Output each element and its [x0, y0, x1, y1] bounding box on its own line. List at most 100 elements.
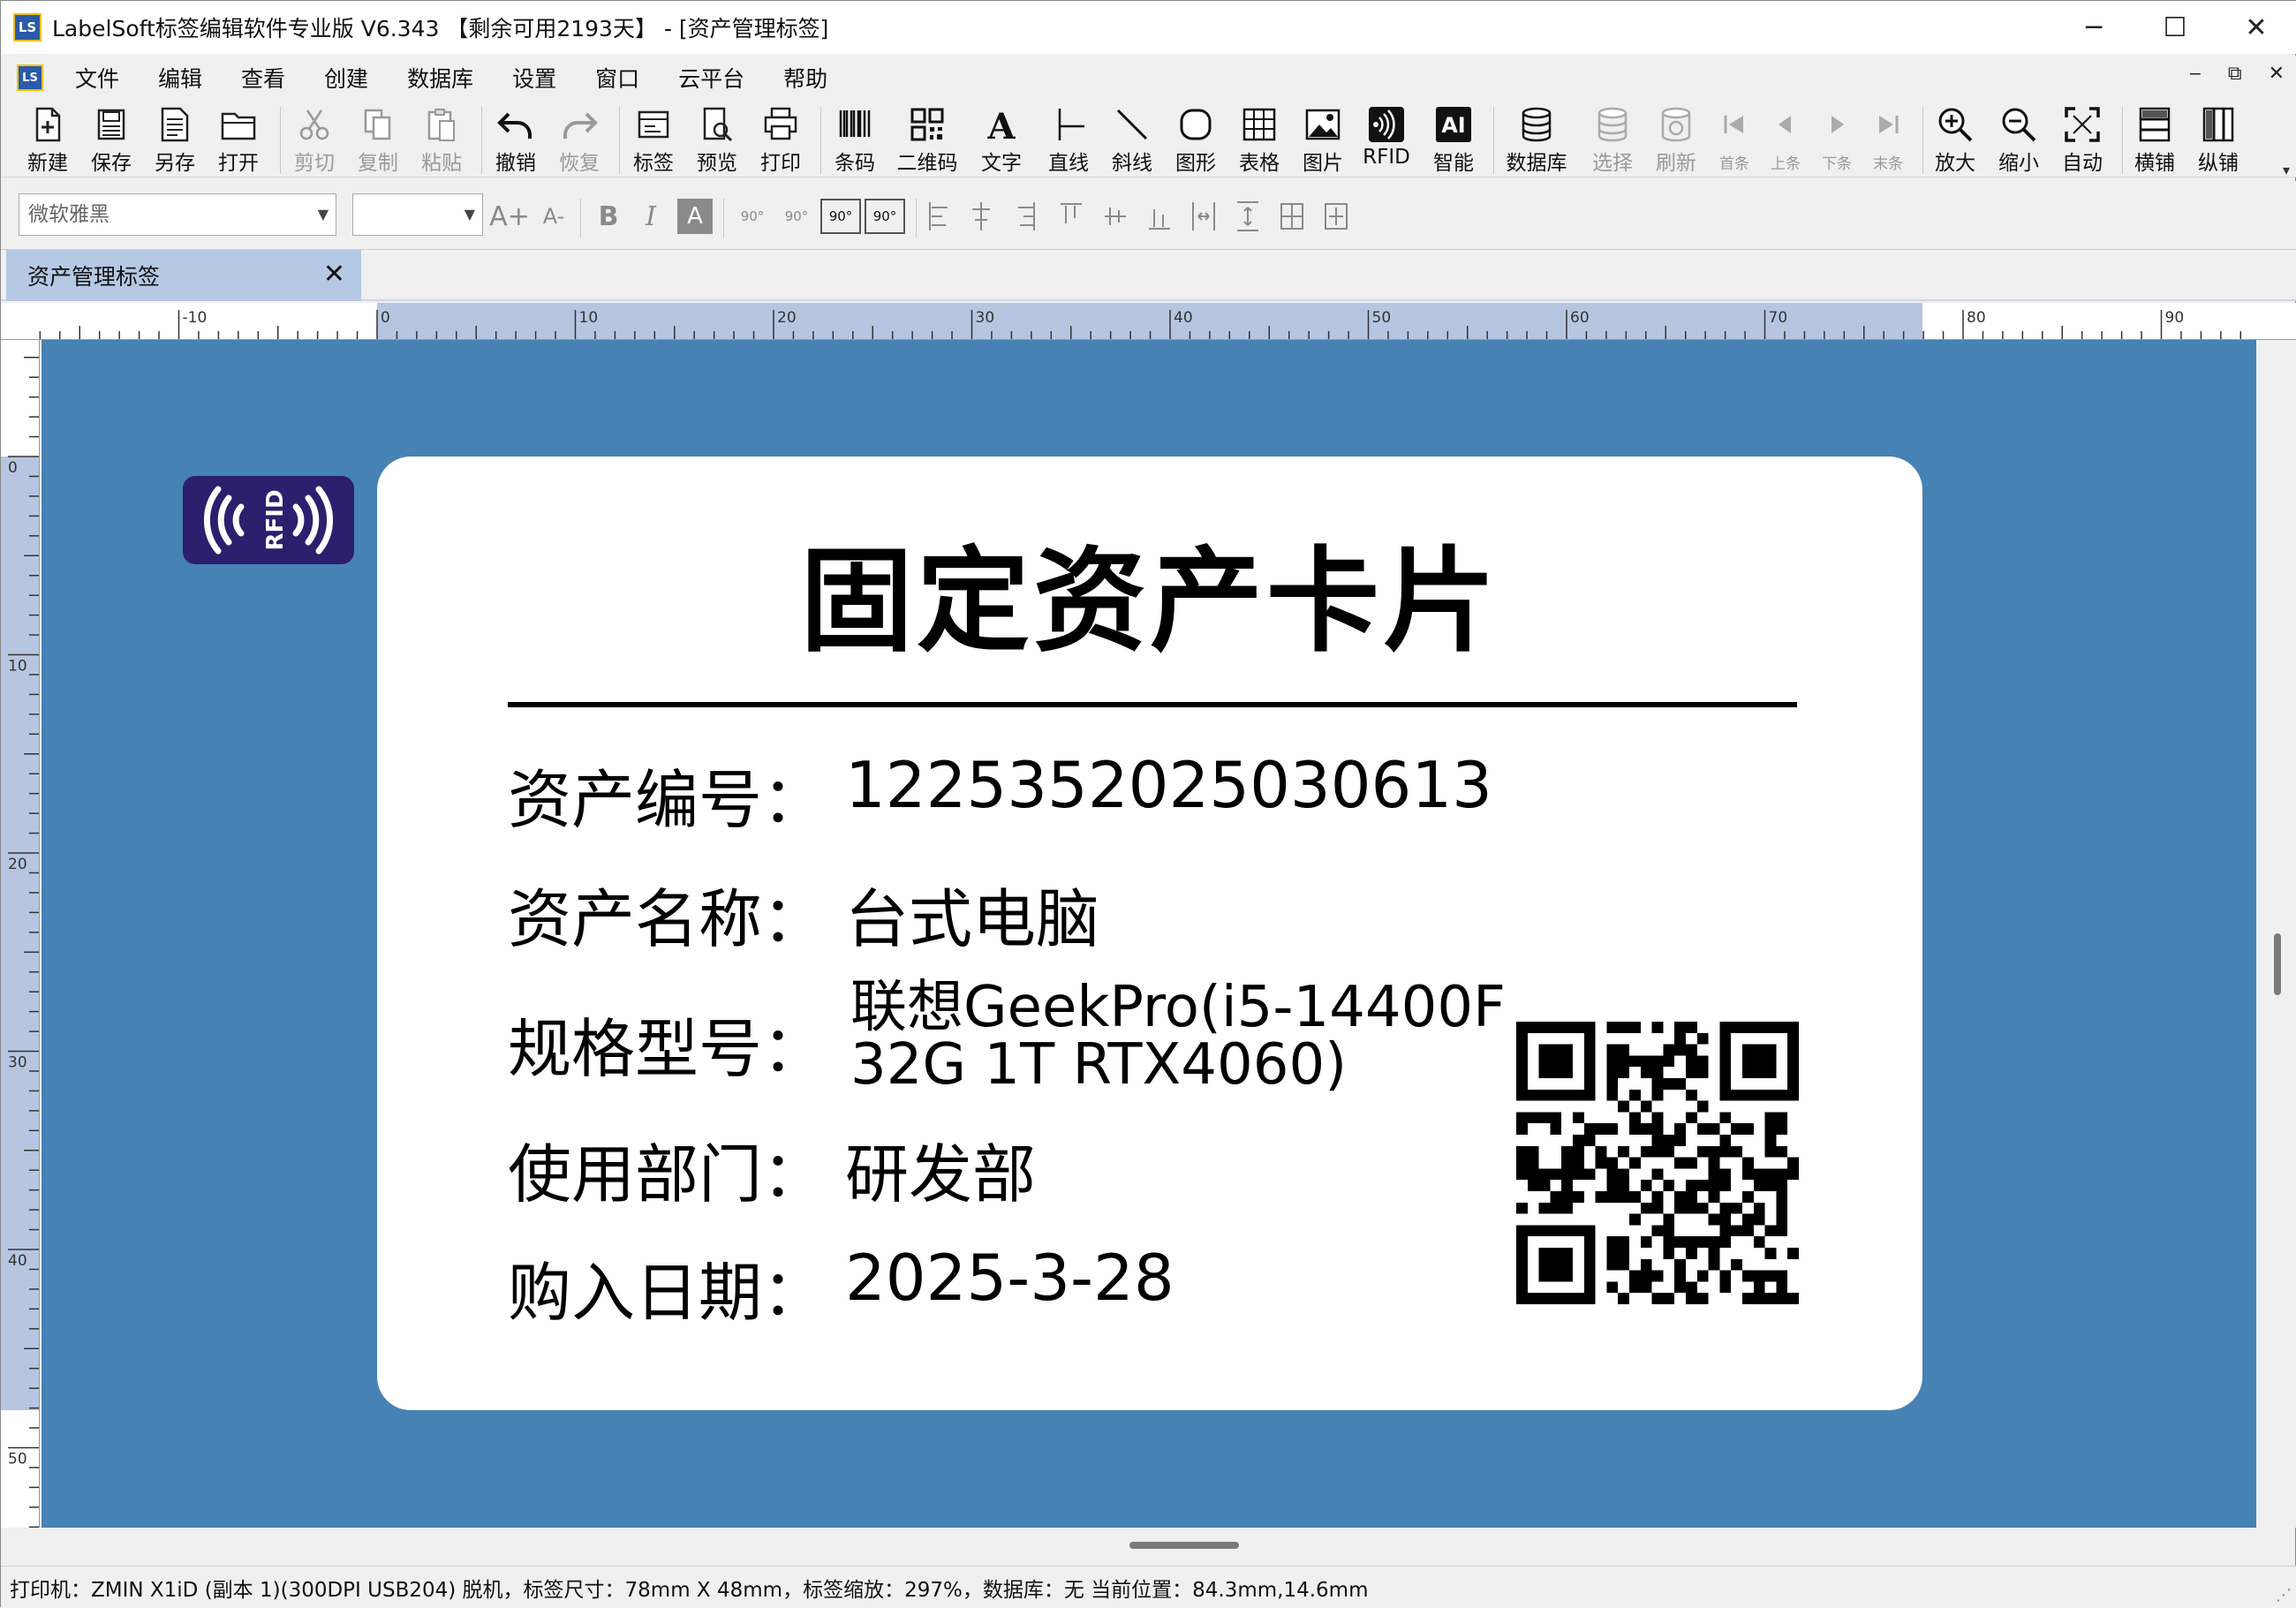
toolbar-overflow-icon[interactable]: ▾ [2283, 162, 2290, 178]
label-card[interactable]: 固定资产卡片 资产编号： 1225352025030613 资产名称： 台式电脑… [377, 457, 1922, 1410]
asset-model-value-line2[interactable]: 32G 1T RTX4060) [850, 1032, 1347, 1098]
inverse-text-button[interactable]: A [677, 199, 713, 234]
align-middle-icon[interactable] [1105, 208, 1126, 225]
save-button[interactable]: 保存 [80, 102, 142, 176]
font-grow-button[interactable]: A+ [489, 199, 530, 234]
center-vertical-icon[interactable] [1325, 203, 1348, 230]
menu-file[interactable]: 文件 [56, 62, 139, 94]
purchase-date-value[interactable]: 2025-3-28 [845, 1241, 1174, 1315]
database-button[interactable]: 数据库 [1506, 102, 1567, 176]
mdi-minimize-button[interactable]: ‒ [2189, 63, 2202, 85]
rotate-180-button[interactable]: 90° [820, 199, 861, 234]
database-select-button[interactable]: 选择 [1582, 102, 1643, 176]
vertical-scrollbar[interactable] [2258, 340, 2296, 1528]
paste-button[interactable]: 粘贴 [411, 102, 472, 176]
distribute-horizontal-icon[interactable] [1192, 202, 1215, 230]
minimize-button[interactable]: ─ [2053, 1, 2134, 54]
menu-create[interactable]: 创建 [305, 62, 388, 94]
menu-cloud[interactable]: 云平台 [659, 62, 764, 94]
close-button[interactable]: ✕ [2216, 1, 2296, 54]
align-bottom-icon[interactable] [1149, 209, 1170, 230]
menu-window[interactable]: 窗口 [576, 62, 659, 94]
image-button[interactable]: 图片 [1292, 102, 1354, 176]
zoom-in-button[interactable]: 放大 [1924, 102, 1986, 176]
rfid-button[interactable]: RFID [1356, 102, 1417, 176]
department-value[interactable]: 研发部 [845, 1122, 1036, 1215]
menu-edit[interactable]: 编辑 [139, 62, 222, 94]
menu-database[interactable]: 数据库 [388, 62, 493, 94]
qrcode-button[interactable]: 二维码 [896, 102, 958, 176]
mdi-restore-button[interactable]: ⧉ [2228, 63, 2242, 85]
rfid-badge[interactable]: RFID [183, 476, 354, 564]
asset-name-value[interactable]: 台式电脑 [845, 867, 1099, 960]
tab-close-icon[interactable]: ✕ [323, 259, 345, 290]
last-record-button[interactable]: 末条 [1857, 102, 1919, 176]
font-name-select[interactable]: 微软雅黑 ▼ [19, 193, 336, 236]
undo-button[interactable]: 撤销 [485, 102, 547, 176]
label-setup-button[interactable]: 标签 [623, 102, 684, 176]
line-button[interactable]: 直线 [1038, 102, 1099, 176]
save-as-button[interactable]: 另存 [144, 102, 206, 176]
copy-button[interactable]: 复制 [347, 102, 409, 176]
preview-button[interactable]: 预览 [686, 102, 748, 176]
menu-help[interactable]: 帮助 [764, 62, 847, 94]
tile-vertical-button[interactable]: 纵铺 [2187, 102, 2249, 176]
distribute-vertical-icon[interactable] [1237, 201, 1258, 231]
asset-model-label[interactable]: 规格型号： [508, 997, 826, 1090]
align-top-icon[interactable] [1061, 203, 1082, 223]
asset-id-label[interactable]: 资产编号： [508, 748, 826, 841]
text-button[interactable]: A 文字 [971, 102, 1032, 176]
design-canvas[interactable]: RFID 固定资产卡片 资产编号： 1225352025030613 资产名称：… [42, 340, 2256, 1528]
table-button[interactable]: 表格 [1228, 102, 1290, 176]
asset-id-value[interactable]: 1225352025030613 [845, 748, 1492, 822]
italic-button[interactable]: I [633, 199, 668, 234]
barcode-button[interactable]: 条码 [824, 102, 886, 176]
align-right-icon[interactable] [1018, 202, 1035, 230]
rotate-270-button[interactable]: 90° [865, 199, 905, 234]
resize-grip-icon[interactable]: ⋰ [2276, 1586, 2292, 1604]
asset-name-label[interactable]: 资产名称： [508, 867, 826, 960]
vertical-scroll-thumb[interactable] [2274, 933, 2281, 995]
horizontal-scroll-thumb[interactable] [1129, 1542, 1239, 1549]
zoom-fit-button[interactable]: 自动 [2051, 102, 2113, 176]
font-size-select[interactable]: ▼ [352, 193, 483, 236]
database-refresh-button[interactable]: 刷新 [1645, 102, 1707, 176]
font-shrink-button[interactable]: A- [536, 199, 571, 234]
qr-module [1764, 1145, 1777, 1158]
shape-button[interactable]: 图形 [1165, 102, 1227, 176]
maximize-button[interactable]: ☐ [2134, 1, 2216, 54]
department-label[interactable]: 使用部门： [508, 1122, 826, 1215]
qr-code[interactable] [1516, 1022, 1799, 1304]
new-button[interactable]: 新建 [17, 102, 79, 176]
menu-settings[interactable]: 设置 [493, 62, 576, 94]
tile-horizontal-button[interactable]: 横铺 [2124, 102, 2186, 176]
tile-vertical-icon [2202, 107, 2234, 142]
purchase-date-label[interactable]: 购入日期： [508, 1241, 826, 1333]
document-logo-icon[interactable]: LS [17, 64, 43, 91]
align-left-icon[interactable] [929, 202, 948, 230]
ai-button[interactable]: AI 智能 [1423, 102, 1484, 176]
asset-model-value[interactable]: 联想GeekPro(i5-14400F [850, 962, 1506, 1043]
tab-asset-label[interactable]: 资产管理标签 ✕ [6, 250, 361, 301]
redo-button[interactable]: 恢复 [548, 102, 610, 176]
label-title[interactable]: 固定资产卡片 [377, 510, 1922, 673]
rotate-ccw-90-button[interactable]: 90° [732, 199, 773, 234]
zoom-out-button[interactable]: 缩小 [1988, 102, 2050, 176]
qr-module [1776, 1123, 1788, 1135]
mdi-close-button[interactable]: ✕ [2269, 63, 2285, 85]
title-bar[interactable]: LS LabelSoft标签编辑软件专业版 V6.343 【剩余可用2193天】… [1, 1, 2296, 54]
print-label: 打印 [760, 152, 801, 175]
center-horizontal-icon[interactable] [1280, 203, 1303, 230]
align-center-icon[interactable] [972, 202, 990, 230]
format-separator [916, 199, 917, 238]
horizontal-scrollbar[interactable] [42, 1528, 2256, 1563]
open-button[interactable]: 打开 [208, 102, 269, 176]
label-divider-line[interactable] [508, 702, 1797, 707]
cut-button[interactable]: 剪切 [283, 102, 345, 176]
print-button[interactable]: 打印 [750, 102, 812, 176]
menu-view[interactable]: 查看 [222, 62, 305, 94]
rotate-cw-90-button[interactable]: 90° [776, 199, 817, 234]
diagonal-line-button[interactable]: 斜线 [1101, 102, 1163, 176]
barcode-icon [839, 110, 871, 137]
bold-button[interactable]: B [591, 199, 626, 234]
